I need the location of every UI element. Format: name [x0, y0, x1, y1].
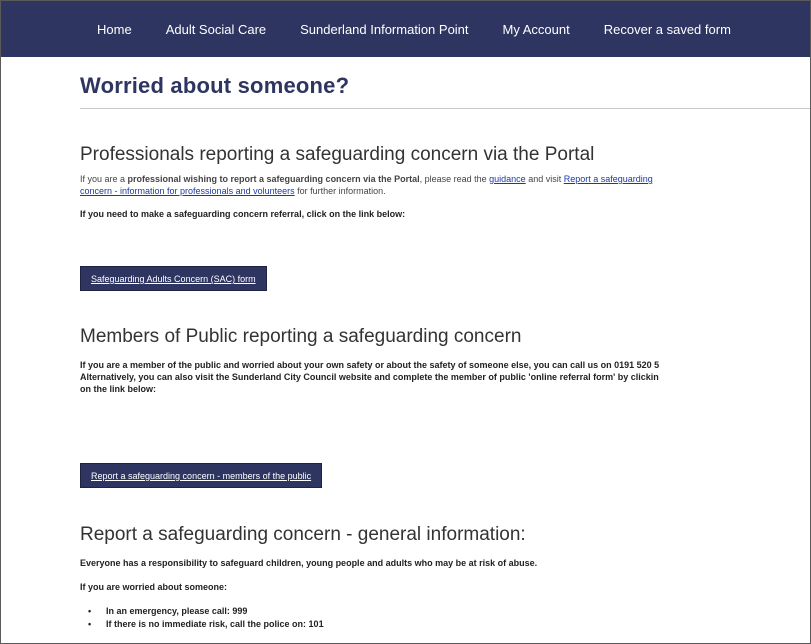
browser-viewport: Home Adult Social Care Sunderland Inform…: [0, 0, 811, 644]
contact-list: • In an emergency, please call: 999 • If t…: [80, 605, 324, 631]
general-heading: Report a safeguarding concern - general …: [80, 524, 526, 545]
responsibility-text: Everyone has a responsibility to safegua…: [80, 558, 538, 568]
professionals-intro-line-2: concern - information for professionals …: [80, 185, 386, 197]
report-safeguarding-link-continued[interactable]: concern - information for professionals …: [80, 186, 295, 196]
sac-form-button[interactable]: Safeguarding Adults Concern (SAC) form: [80, 266, 267, 291]
intro-and-visit: and visit: [525, 174, 564, 184]
bullet-icon: •: [88, 619, 92, 629]
public-text-line-2: Alternatively, you can also visit the Su…: [80, 372, 659, 382]
emergency-item: In an emergency, please call: 999: [106, 606, 248, 616]
bullet-icon: •: [88, 606, 92, 616]
public-text-line-1: If you are a member of the public and wo…: [80, 360, 660, 370]
referral-prompt: If you need to make a safeguarding conce…: [80, 209, 406, 219]
intro-bold: professional wishing to report a safegua…: [127, 174, 420, 184]
page-title: Worried about someone?: [80, 73, 350, 98]
nav-home[interactable]: Home: [97, 22, 132, 37]
intro-mid: , please read the: [419, 174, 490, 184]
intro-prefix: If you are a: [80, 174, 128, 184]
professionals-intro-line-1: If you are a professional wishing to rep…: [80, 173, 653, 185]
nav-adult-social-care[interactable]: Adult Social Care: [166, 22, 266, 37]
list-item: • If there is no immediate risk, call the…: [80, 618, 324, 631]
nav-my-account[interactable]: My Account: [503, 22, 570, 37]
title-divider: [80, 108, 810, 109]
guidance-link[interactable]: guidance: [489, 174, 526, 184]
police-item: If there is no immediate risk, call the …: [106, 619, 324, 629]
worried-text: If you are worried about someone:: [80, 582, 228, 592]
professionals-heading: Professionals reporting a safeguarding c…: [80, 144, 595, 165]
public-report-button[interactable]: Report a safeguarding concern - members …: [80, 463, 323, 488]
top-navigation-bar: Home Adult Social Care Sunderland Inform…: [1, 1, 810, 57]
public-text-line-3: on the link below:: [80, 384, 156, 394]
public-heading: Members of Public reporting a safeguardi…: [80, 326, 522, 347]
nav-sunderland-information-point[interactable]: Sunderland Information Point: [300, 22, 468, 37]
nav-recover-saved-form[interactable]: Recover a saved form: [604, 22, 731, 37]
list-item: • In an emergency, please call: 999: [80, 605, 324, 618]
intro-suffix: for further information.: [294, 186, 386, 196]
report-safeguarding-link[interactable]: Report a safeguarding: [564, 174, 653, 184]
